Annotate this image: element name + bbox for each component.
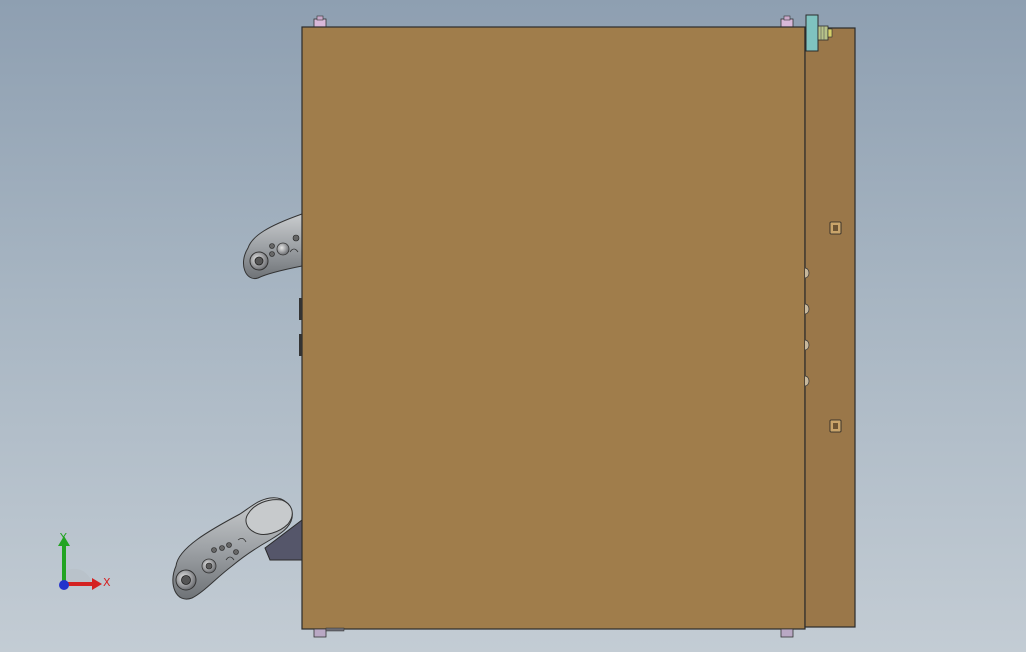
z-axis-dot <box>59 580 69 590</box>
coordinate-triad: Y X <box>40 528 130 608</box>
graphics-viewport[interactable]: Y X <box>0 0 1026 652</box>
left-edge-slot <box>299 334 302 356</box>
side-latch-upper[interactable] <box>829 221 842 235</box>
side-panel[interactable] <box>804 27 856 628</box>
y-axis-label: Y <box>60 531 67 544</box>
main-panel[interactable] <box>301 26 806 630</box>
top-fastener-right <box>780 15 794 28</box>
left-edge-slot <box>299 298 302 320</box>
model-view[interactable] <box>0 0 1026 652</box>
side-latch-lower[interactable] <box>829 419 842 433</box>
upper-handle[interactable] <box>243 213 303 280</box>
x-axis-label: X <box>103 576 111 589</box>
top-fastener-left <box>313 15 327 28</box>
bottom-fastener-right <box>780 628 794 638</box>
bottom-fastener-left <box>313 627 345 638</box>
